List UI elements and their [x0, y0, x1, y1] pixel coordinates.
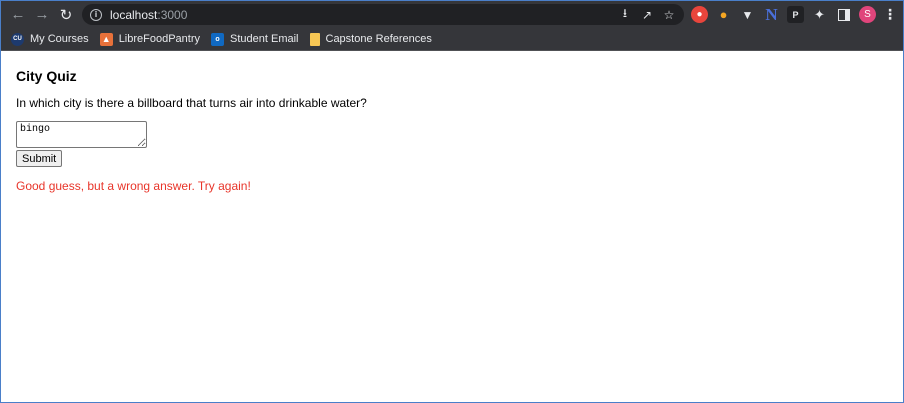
cu-logo-icon: CU	[11, 32, 24, 46]
extension-n-icon[interactable]: N	[763, 5, 780, 24]
avatar[interactable]: S	[859, 6, 876, 23]
bookmark-label: My Courses	[30, 33, 89, 45]
folder-icon	[309, 32, 320, 46]
info-icon[interactable]: i	[90, 8, 102, 21]
star-icon[interactable]: ☆	[662, 8, 676, 22]
browser-toolbar: ← → ↻ i localhost:3000 ⭳ ↗ ☆ ● ● ▼ N P ✦…	[1, 1, 903, 28]
url-host: localhost	[110, 7, 158, 22]
bookmark-my-courses[interactable]: CU My Courses	[11, 32, 89, 46]
outlook-icon: o	[211, 32, 225, 46]
address-bar[interactable]: i localhost:3000 ⭳ ↗ ☆	[82, 4, 684, 25]
reload-icon[interactable]: ↻	[55, 4, 77, 26]
bookmark-capstone-references[interactable]: Capstone References	[309, 32, 432, 46]
bookmark-label: Capstone References	[325, 33, 432, 45]
bookmark-student-email[interactable]: o Student Email	[211, 32, 299, 46]
bookmarks-bar: CU My Courses ▲ LibreFoodPantry o Studen…	[1, 28, 903, 51]
page-content: City Quiz In which city is there a billb…	[1, 52, 903, 402]
feedback-message: Good guess, but a wrong answer. Try agai…	[16, 179, 251, 193]
page-title: City Quiz	[16, 68, 77, 84]
bookmark-librefoodpantry[interactable]: ▲ LibreFoodPantry	[99, 32, 201, 46]
submit-button[interactable]: Submit	[16, 150, 63, 167]
address-bar-actions: ⭳ ↗ ☆	[618, 4, 676, 25]
browser-window: ← → ↻ i localhost:3000 ⭳ ↗ ☆ ● ● ▼ N P ✦…	[0, 0, 904, 403]
extension-orange-drop-icon[interactable]: ●	[715, 6, 732, 23]
bookmark-label: Student Email	[230, 33, 299, 45]
forward-arrow-icon[interactable]: →	[31, 4, 53, 26]
back-arrow-icon[interactable]: ←	[7, 4, 29, 26]
bookmark-label: LibreFoodPantry	[118, 33, 201, 45]
extension-shield-icon[interactable]: ▼	[739, 6, 756, 23]
share-icon[interactable]: ↗	[640, 8, 654, 22]
extensions-bar: ● ● ▼ N P ✦ S ⋮	[691, 4, 897, 25]
quiz-question: In which city is there a billboard that …	[16, 96, 367, 110]
extension-red-drop-icon[interactable]: ●	[691, 6, 708, 23]
puzzle-icon[interactable]: ✦	[811, 6, 828, 23]
url-port: :3000	[157, 7, 188, 22]
kebab-menu-icon[interactable]: ⋮	[883, 6, 897, 23]
extension-p-icon[interactable]: P	[787, 6, 804, 23]
side-panel-icon[interactable]	[835, 6, 852, 23]
gitlab-fox-icon: ▲	[99, 32, 113, 46]
answer-input[interactable]: bingo	[16, 121, 147, 148]
install-app-icon[interactable]: ⭳	[618, 4, 632, 25]
